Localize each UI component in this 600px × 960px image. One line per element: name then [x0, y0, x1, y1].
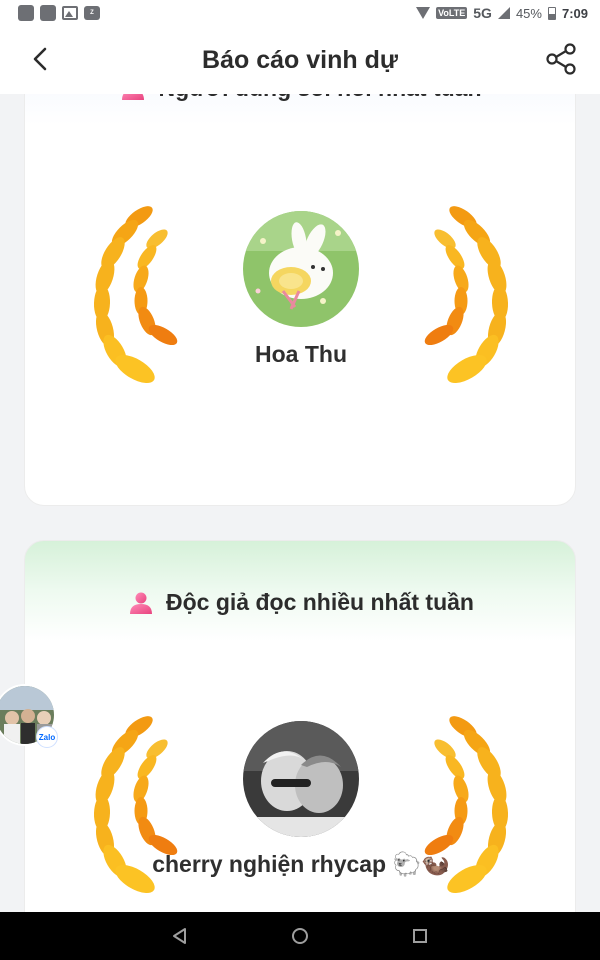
winner-avatar[interactable] [243, 211, 359, 327]
volte-label: VoLTE [436, 7, 468, 19]
nav-home-button[interactable] [290, 926, 310, 946]
triangle-back-icon [173, 928, 186, 944]
person-icon [130, 592, 153, 614]
award-card-most-active: Người dùng sôi nổi nhất tuần [24, 94, 576, 506]
card-title: Độc giả đọc nhiều nhất tuần [166, 589, 474, 615]
report-content[interactable]: Người dùng sôi nổi nhất tuần [0, 94, 600, 912]
zalo-badge-icon: Zalo [36, 726, 58, 748]
system-indicators: VoLTE 5G 45% 7:09 [416, 5, 588, 21]
app-header: Báo cáo vinh dự [0, 26, 600, 94]
person-icon [122, 94, 145, 100]
nav-recents-button[interactable] [410, 926, 430, 946]
app-square-icon [40, 5, 56, 21]
network-label: 5G [473, 5, 492, 21]
app-square-icon [18, 5, 34, 21]
system-nav-bar [0, 912, 600, 960]
share-icon [546, 43, 576, 75]
nav-back-button[interactable] [170, 926, 190, 946]
notification-icons: Z [18, 5, 100, 21]
battery-percent: 45% [515, 5, 542, 21]
battery-icon [547, 6, 556, 20]
winner-name: cherry nghiện rhycap 🐑🦦 [152, 851, 450, 877]
gallery-icon [62, 6, 78, 20]
status-bar: Z VoLTE 5G 45% 7:09 [0, 0, 600, 26]
wifi-icon [416, 7, 431, 19]
card-header: Người dùng sôi nổi nhất tuần [25, 94, 575, 102]
card-title: Người dùng sôi nổi nhất tuần [158, 94, 481, 102]
photo-avatar-image [243, 721, 359, 837]
page-title: Báo cáo vinh dự [202, 45, 398, 74]
back-button[interactable] [26, 44, 56, 74]
award-card-top-reader: Độc giả đọc nhiều nhất tuần cherry nghiệ… [24, 540, 576, 912]
card-header: Độc giả đọc nhiều nhất tuần [25, 589, 575, 616]
square-recents-icon [413, 929, 427, 943]
bunny-avatar-image [243, 211, 359, 327]
share-button[interactable] [544, 42, 578, 76]
chevron-left-icon [33, 47, 47, 71]
circle-home-icon [292, 928, 308, 944]
winner-block: cherry nghiện rhycap 🐑🦦 [25, 709, 575, 909]
clock: 7:09 [561, 5, 588, 21]
zalo-icon: Z [84, 6, 100, 20]
winner-avatar[interactable] [243, 721, 359, 837]
winner-name: Hoa Thu [255, 341, 347, 367]
floating-chat-bubble[interactable]: Zalo [0, 684, 58, 748]
winner-block: Hoa Thu [25, 199, 575, 399]
signal-icon [497, 7, 510, 19]
